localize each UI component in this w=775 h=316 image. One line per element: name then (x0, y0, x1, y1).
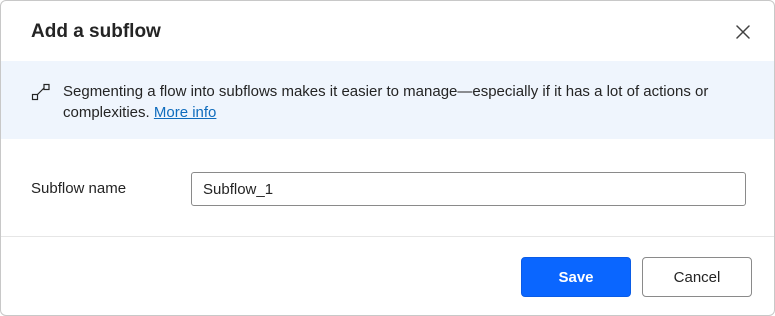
close-icon (736, 25, 750, 39)
close-button[interactable] (730, 19, 756, 45)
subflow-name-label: Subflow name (31, 180, 127, 197)
dialog-title: Add a subflow (31, 21, 161, 42)
info-banner: Segmenting a flow into subflows makes it… (1, 61, 774, 139)
subflow-icon (31, 83, 50, 101)
add-subflow-dialog: Add a subflow Segmenting a flow into sub… (0, 0, 775, 316)
cancel-button[interactable]: Cancel (642, 257, 752, 297)
more-info-link[interactable]: More info (154, 104, 217, 121)
footer-divider (1, 236, 774, 237)
save-button[interactable]: Save (521, 257, 631, 297)
subflow-name-input[interactable] (191, 172, 746, 206)
info-message: Segmenting a flow into subflows makes it… (63, 81, 743, 123)
